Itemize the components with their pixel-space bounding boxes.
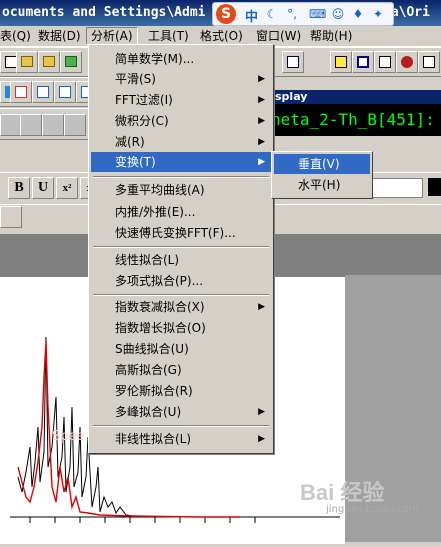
submenu-arrow-icon: ▶ bbox=[258, 95, 265, 105]
baidu-url: jingyan.baidu.com bbox=[326, 504, 419, 515]
layer-icon[interactable] bbox=[0, 206, 22, 228]
layout-icon[interactable] bbox=[418, 51, 440, 73]
menu-translate[interactable]: 变换(T) ▶ bbox=[91, 152, 271, 172]
menu-horizontal[interactable]: 水平(H) bbox=[274, 175, 370, 195]
sogou-logo-icon[interactable]: S bbox=[216, 4, 236, 24]
submenu-arrow-icon: ▶ bbox=[258, 302, 265, 312]
menu-format[interactable]: 格式(O) bbox=[196, 28, 247, 44]
bold-button[interactable]: B bbox=[8, 177, 30, 199]
submenu-arrow-icon: ▶ bbox=[258, 407, 265, 417]
shape4-icon[interactable] bbox=[64, 114, 86, 136]
shape1-icon[interactable] bbox=[0, 114, 22, 136]
underline-button[interactable]: U bbox=[32, 177, 54, 199]
translate-submenu: 垂直(V) 水平(H) bbox=[271, 151, 373, 199]
menu-nonlinear-fit[interactable]: 非线性拟合(L) ▶ bbox=[91, 429, 271, 449]
window-title: ocuments and Settings\Admi bbox=[2, 5, 206, 20]
menu-separator bbox=[93, 176, 269, 178]
menu-exp-growth-fit[interactable]: 指数增长拟合(O) bbox=[91, 318, 271, 338]
color-swatch[interactable] bbox=[428, 178, 441, 196]
x-axis-ticks bbox=[29, 517, 256, 523]
menu-data[interactable]: 数据(D) bbox=[34, 28, 85, 44]
menu-linear-fit[interactable]: 线性拟合(L) bbox=[91, 250, 271, 270]
punctuation-icon[interactable]: °, bbox=[285, 7, 299, 21]
tools-icon[interactable]: ✦ bbox=[371, 7, 385, 21]
menu-separator bbox=[93, 246, 269, 248]
color-select[interactable] bbox=[371, 178, 423, 198]
submenu-arrow-icon: ▶ bbox=[258, 434, 265, 444]
settings-icon[interactable] bbox=[396, 51, 418, 73]
text-tool-icon[interactable] bbox=[54, 81, 76, 103]
menu-vertical[interactable]: 垂直(V) bbox=[274, 154, 370, 174]
edit-icon[interactable] bbox=[374, 51, 396, 73]
shirt-icon[interactable]: ♦ bbox=[351, 7, 365, 21]
menu-tools[interactable]: 工具(T) bbox=[144, 28, 193, 44]
menu-lorentz-fit[interactable]: 罗伦斯拟合(R) bbox=[91, 381, 271, 401]
data-display-readout: neta_2-Th_B[451]: X = bbox=[271, 104, 441, 136]
tree-icon[interactable] bbox=[282, 51, 304, 73]
import-icon[interactable] bbox=[60, 51, 82, 73]
submenu-arrow-icon: ▶ bbox=[258, 116, 265, 126]
menu-average-curves[interactable]: 多重平均曲线(A) bbox=[91, 180, 271, 200]
graph-label: Spee bbox=[52, 429, 85, 444]
submenu-arrow-icon: ▶ bbox=[258, 157, 265, 167]
user-icon[interactable]: ☺ bbox=[331, 7, 345, 21]
menu-smooth[interactable]: 平滑(S) ▶ bbox=[91, 69, 271, 89]
line-chart-icon[interactable] bbox=[10, 81, 32, 103]
shape2-icon[interactable] bbox=[20, 114, 42, 136]
menu-window[interactable]: 窗口(W) bbox=[252, 28, 305, 44]
menu-help[interactable]: 帮助(H) bbox=[306, 28, 356, 44]
menu-simple-math[interactable]: 简单数学(M)... bbox=[91, 49, 271, 69]
menu-analysis[interactable]: 分析(A) bbox=[86, 27, 138, 45]
data-display-title: splay bbox=[271, 90, 441, 104]
keyboard-icon[interactable]: ⌨ bbox=[309, 7, 326, 21]
menu-separator bbox=[93, 294, 269, 296]
analysis-menu: 简单数学(M)... 平滑(S) ▶ FFT过滤(I) ▶ 微积分(C) ▶ 减(R)… bbox=[88, 44, 274, 454]
superscript-button[interactable]: x² bbox=[56, 177, 78, 199]
menu-separator bbox=[93, 425, 269, 427]
ime-toolbar[interactable]: S 中 ☾ °, ⌨ ☺ ♦ ✦ bbox=[212, 2, 394, 26]
shape3-icon[interactable] bbox=[42, 114, 64, 136]
zoom-icon[interactable] bbox=[330, 51, 352, 73]
menu-subtract[interactable]: 减(R) ▶ bbox=[91, 132, 271, 152]
baidu-watermark: Bai 经验 bbox=[300, 480, 385, 505]
menu-sigmoid-fit[interactable]: S曲线拟合(U) bbox=[91, 339, 271, 359]
open-folder-icon[interactable] bbox=[16, 51, 38, 73]
table-icon[interactable] bbox=[32, 81, 54, 103]
menu-table[interactable]: 表(Q) bbox=[0, 28, 35, 44]
menu-multipeak-fit[interactable]: 多峰拟合(U) ▶ bbox=[91, 402, 271, 422]
open-folder2-icon[interactable] bbox=[38, 51, 60, 73]
menu-fft-filter[interactable]: FFT过滤(I) ▶ bbox=[91, 90, 271, 110]
menu-exp-decay-fit[interactable]: 指数衰减拟合(X) ▶ bbox=[91, 297, 271, 317]
ime-mode-label[interactable]: 中 bbox=[245, 6, 258, 25]
moon-icon[interactable]: ☾ bbox=[265, 7, 279, 21]
submenu-arrow-icon: ▶ bbox=[258, 137, 265, 147]
menu-gaussian-fit[interactable]: 高斯拟合(G) bbox=[91, 360, 271, 380]
submenu-arrow-icon: ▶ bbox=[258, 74, 265, 84]
menu-fft[interactable]: 快速傅氏变换FFT(F)... bbox=[91, 223, 271, 243]
menu-calculus[interactable]: 微积分(C) ▶ bbox=[91, 111, 271, 131]
menu-polynomial-fit[interactable]: 多项式拟合(P)... bbox=[91, 271, 271, 291]
window-icon[interactable] bbox=[352, 51, 374, 73]
menu-interpolate[interactable]: 内推/外推(E)... bbox=[91, 202, 271, 222]
